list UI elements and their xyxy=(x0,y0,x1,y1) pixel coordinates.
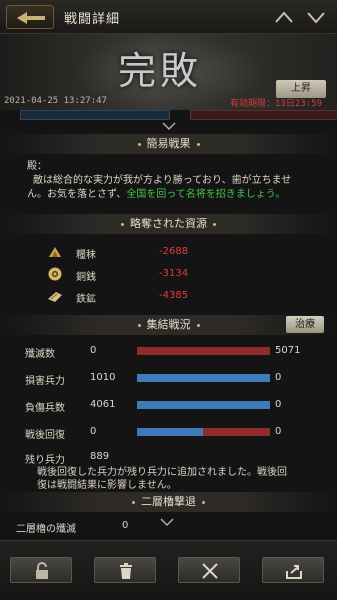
summary-text: 殿： 敵は総合的な実力が我が方より勝っており、歯が立ちませ ん。お気を落とさず、… xyxy=(27,161,292,200)
lock-icon xyxy=(36,562,48,579)
battle-replay-button[interactable] xyxy=(178,557,240,583)
chevron-down-icon[interactable] xyxy=(305,8,327,26)
recovery-note: 戦後回復した兵力が残り兵力に追加されました。戦後回 復は戦闘結果に影響しません。 xyxy=(37,467,287,491)
chevron-up-icon[interactable] xyxy=(273,8,295,26)
stat-bar xyxy=(137,401,270,409)
crossed-swords-icon xyxy=(202,563,218,579)
delete-button[interactable] xyxy=(94,557,156,583)
battle-result: 完敗 xyxy=(118,49,203,93)
attacker-strength-bar xyxy=(20,110,170,120)
attacker-fill xyxy=(137,374,270,382)
iron-ore-icon xyxy=(48,292,62,302)
stat-bar xyxy=(137,428,270,436)
coin-icon xyxy=(48,267,62,281)
defender-strength-bar xyxy=(190,110,337,120)
summary-heading: 簡易戦果 xyxy=(0,134,337,154)
share-icon xyxy=(286,565,302,579)
trash-icon xyxy=(120,563,132,579)
expand-chevron-icon[interactable] xyxy=(160,518,174,526)
expiry-time: 有効期限：13日23:59 xyxy=(230,99,322,109)
defender-fill xyxy=(137,347,270,355)
battle-date: 2021-04-25 13:27:47 xyxy=(4,96,107,106)
back-arrow-icon xyxy=(17,12,45,24)
grain-icon xyxy=(49,247,61,257)
top-bar: 戦闘詳細 xyxy=(0,0,337,34)
back-button[interactable] xyxy=(6,5,54,29)
expand-chevron-icon[interactable] xyxy=(162,122,176,130)
share-button[interactable] xyxy=(262,557,324,583)
lock-button[interactable] xyxy=(10,557,72,583)
attacker-fill xyxy=(137,428,203,436)
attacker-fill xyxy=(137,401,270,409)
stat-bar xyxy=(137,374,270,382)
cure-button[interactable]: 治療 xyxy=(286,316,324,333)
summary-advice: 全国を回って名将を招きましょう。 xyxy=(126,189,286,200)
defender-fill xyxy=(203,428,270,436)
stat-bar xyxy=(137,347,270,355)
bottom-toolbar xyxy=(0,540,337,600)
resources-heading: 略奪された資源 xyxy=(0,214,337,234)
tower-heading: 二層櫓撃退 xyxy=(0,492,337,512)
page-title: 戦闘詳細 xyxy=(64,12,121,27)
